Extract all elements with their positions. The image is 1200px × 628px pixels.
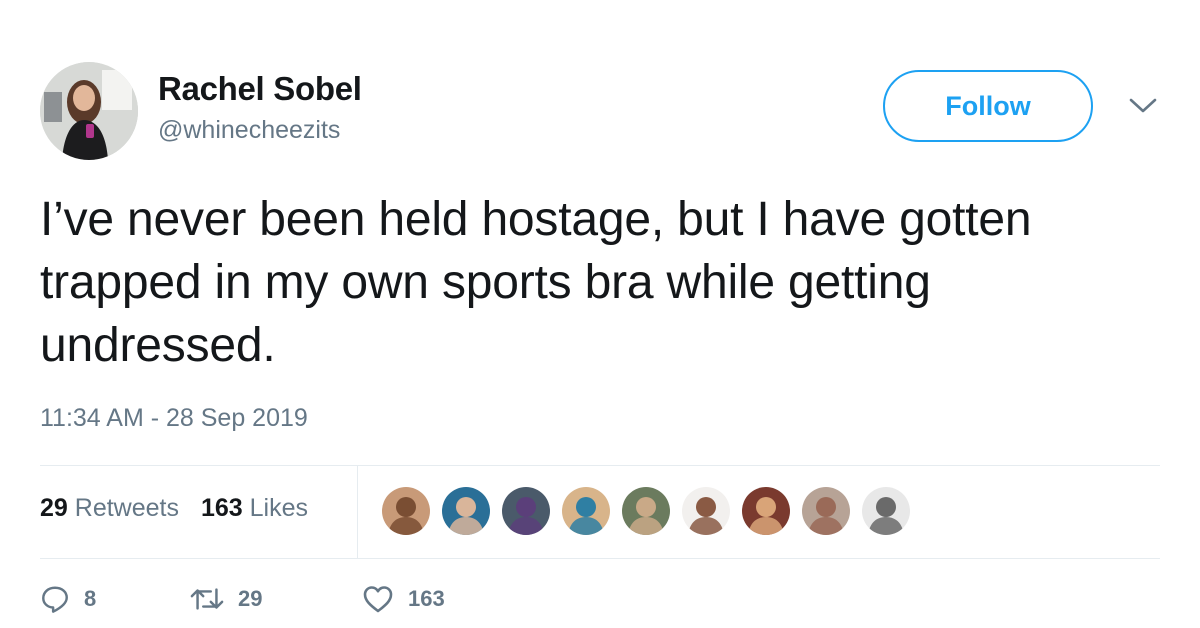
retweet-count: 29 bbox=[238, 586, 263, 611]
tweet-text: I’ve never been held hostage, but I have… bbox=[40, 193, 1032, 372]
engagement-stats: 29 Retweets 163 Likes bbox=[40, 494, 308, 523]
liker-8-avatar[interactable] bbox=[802, 487, 850, 535]
tweet-timestamp[interactable]: 11:34 AM - 28 Sep 2019 bbox=[40, 404, 308, 433]
author-handle[interactable]: @whinecheezits bbox=[158, 116, 340, 145]
likes-stat[interactable]: 163 Likes bbox=[201, 494, 308, 523]
liker-1-avatar[interactable] bbox=[382, 487, 430, 535]
like-button[interactable]: 163 bbox=[362, 584, 445, 614]
follow-button[interactable]: Follow bbox=[883, 70, 1093, 142]
liker-7-avatar[interactable] bbox=[742, 487, 790, 535]
chevron-down-icon[interactable] bbox=[1128, 96, 1158, 116]
liker-9-avatar[interactable] bbox=[862, 487, 910, 535]
reply-button[interactable]: 8 bbox=[40, 584, 190, 614]
reply-count: 8 bbox=[84, 586, 97, 611]
liker-6-avatar[interactable] bbox=[682, 487, 730, 535]
liker-avatars bbox=[382, 487, 910, 535]
divider-top bbox=[40, 465, 1160, 466]
stats-separator bbox=[357, 466, 358, 558]
author-avatar[interactable] bbox=[40, 62, 138, 160]
reply-icon bbox=[40, 584, 70, 614]
author-photo bbox=[40, 62, 138, 160]
author-display-name[interactable]: Rachel Sobel bbox=[158, 70, 362, 108]
heart-icon bbox=[362, 584, 394, 614]
likes-stat-count: 163 bbox=[200, 494, 243, 522]
retweet-icon bbox=[190, 585, 224, 613]
liker-4-avatar[interactable] bbox=[562, 487, 610, 535]
retweets-stat-label: Retweets bbox=[74, 494, 179, 522]
liker-5-avatar[interactable] bbox=[622, 487, 670, 535]
tweet-card: Rachel Sobel @whinecheezits Follow I’ve … bbox=[0, 0, 1200, 628]
like-count: 163 bbox=[408, 586, 445, 611]
retweets-stat[interactable]: 29 Retweets bbox=[40, 494, 179, 523]
liker-2-avatar[interactable] bbox=[442, 487, 490, 535]
divider-bottom bbox=[40, 558, 1160, 559]
tweet-actions: 8 29 163 bbox=[40, 584, 445, 614]
liker-3-avatar[interactable] bbox=[502, 487, 550, 535]
likes-stat-label: Likes bbox=[249, 494, 309, 522]
retweet-button[interactable]: 29 bbox=[190, 585, 362, 613]
retweets-stat-count: 29 bbox=[40, 494, 68, 522]
